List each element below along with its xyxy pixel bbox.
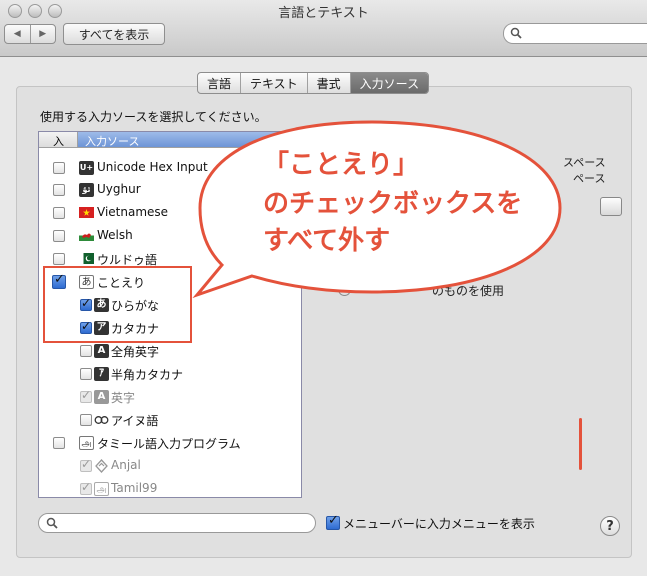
callout-bubble [192,120,562,299]
annotation-line-2: のチェックボックスを [263,189,523,219]
annotation-line-3: すべて外す [263,226,391,256]
annotation-line-1: 「ことえり」 [263,150,420,180]
